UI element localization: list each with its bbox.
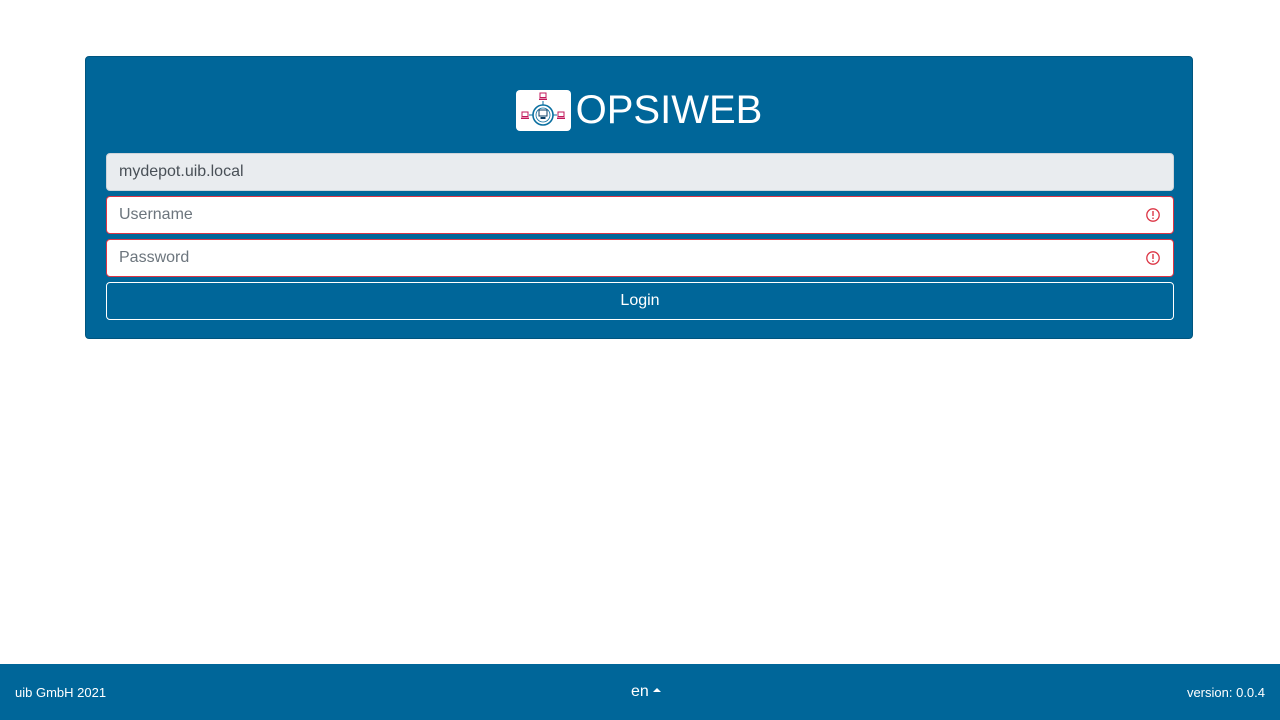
login-page: OPSIWEB Login uib GmbH 2021 en version: … — [0, 0, 1280, 720]
footer: uib GmbH 2021 en version: 0.0.4 — [0, 664, 1280, 720]
password-input[interactable] — [106, 239, 1174, 277]
opsi-network-logo-icon — [515, 90, 571, 131]
login-button[interactable]: Login — [106, 282, 1174, 320]
depot-field[interactable] — [106, 153, 1174, 191]
footer-version: version: 0.0.4 — [1186, 685, 1265, 700]
username-input[interactable] — [106, 196, 1174, 234]
exclamation-circle-icon — [1146, 251, 1160, 265]
caret-up-icon — [652, 688, 661, 692]
language-label: en — [631, 683, 649, 700]
footer-copyright: uib GmbH 2021 — [15, 685, 107, 700]
login-card: OPSIWEB Login — [85, 56, 1193, 339]
brand-header: OPSIWEB — [86, 79, 1192, 133]
exclamation-circle-icon — [1146, 208, 1160, 222]
language-dropdown[interactable]: en — [631, 683, 661, 701]
app-title: OPSIWEB — [575, 88, 763, 132]
